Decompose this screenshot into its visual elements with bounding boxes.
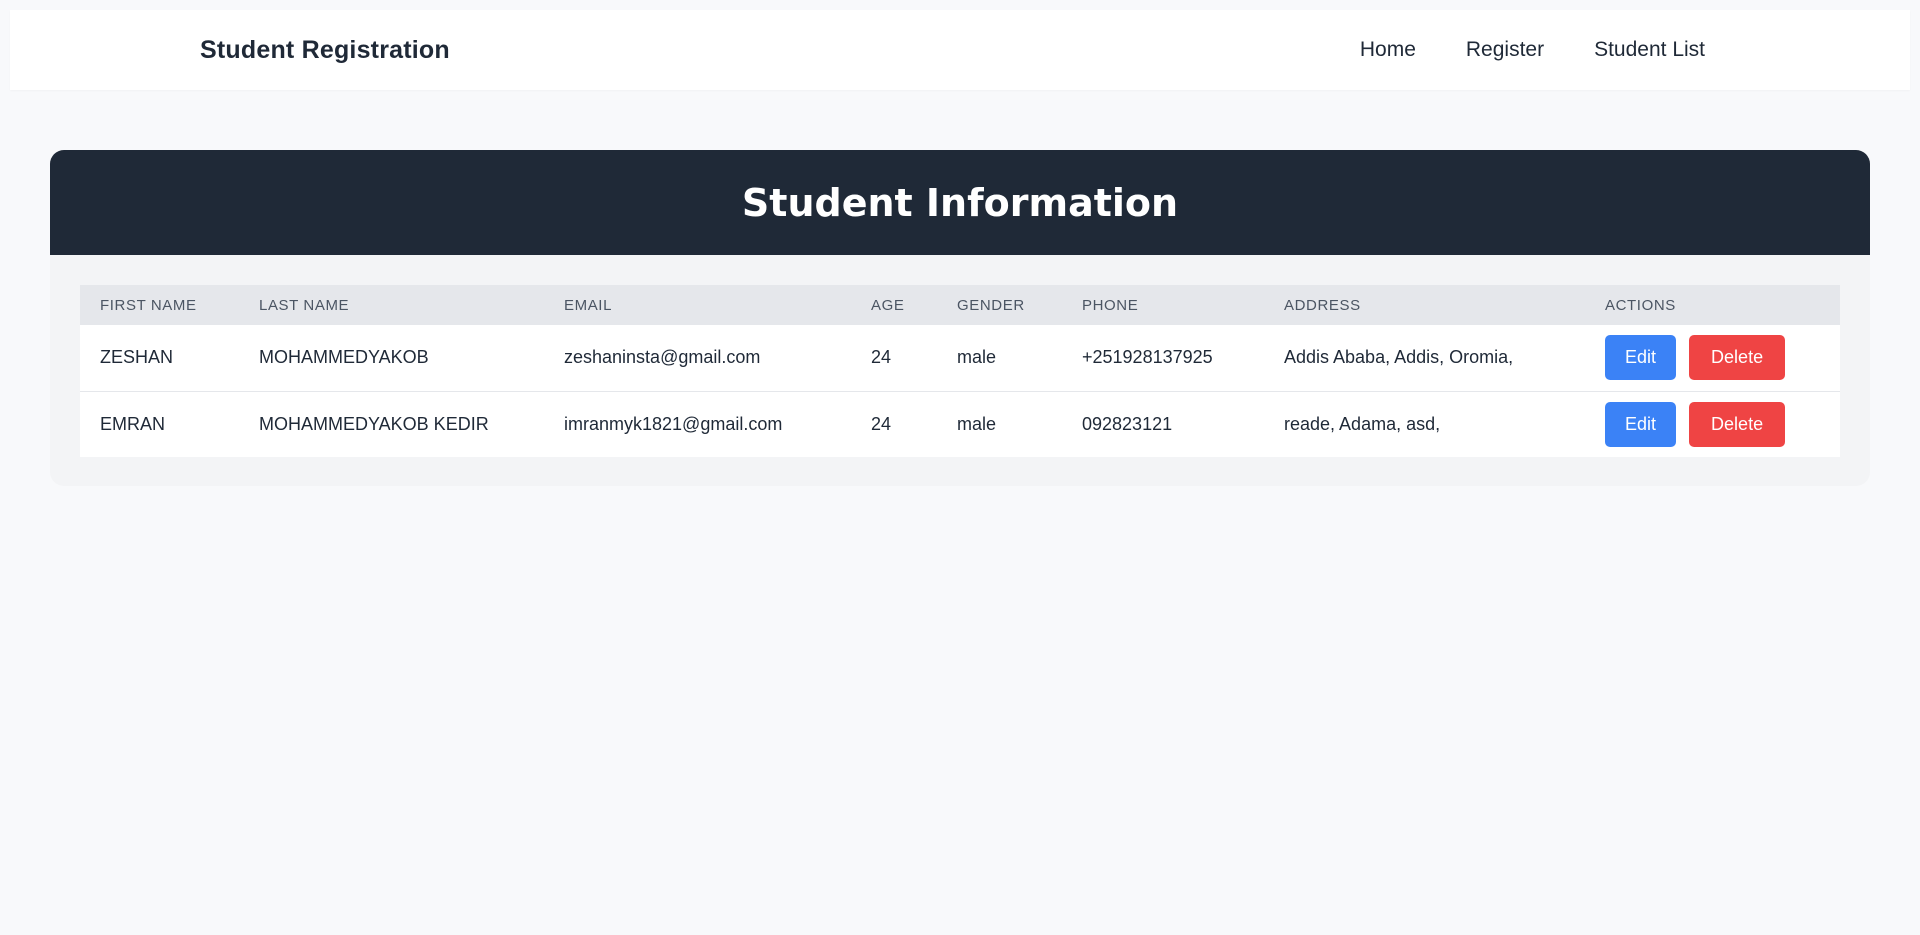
students-table-wrapper: FIRST NAME LAST NAME EMAIL AGE GENDER PH…: [80, 285, 1840, 457]
cell-actions: Edit Delete: [1585, 390, 1840, 457]
column-header-gender: GENDER: [957, 296, 1025, 314]
table-header-row: FIRST NAME LAST NAME EMAIL AGE GENDER PH…: [80, 285, 1840, 325]
delete-button[interactable]: Delete: [1689, 335, 1786, 381]
column-header-last-name: LAST NAME: [259, 296, 350, 314]
card-header: Student Information: [50, 150, 1870, 255]
cell-email: imranmyk1821@gmail.com: [544, 390, 851, 457]
cell-last-name: MOHAMMEDYAKOB KEDIR: [239, 390, 544, 457]
column-header-email: EMAIL: [564, 296, 613, 314]
nav-link-register[interactable]: Register: [1466, 38, 1544, 62]
nav-links: Home Register Student List: [1360, 10, 1705, 90]
cell-first-name: EMRAN: [80, 390, 239, 457]
table-row: EMRAN MOHAMMEDYAKOB KEDIR imranmyk1821@g…: [80, 390, 1840, 457]
page-title: Student Information: [741, 180, 1179, 225]
cell-first-name: ZESHAN: [100, 347, 174, 368]
edit-button[interactable]: Edit: [1605, 335, 1677, 381]
cell-phone: 092823121: [1062, 390, 1264, 457]
cell-age: 24: [851, 390, 937, 457]
top-navbar: Student Registration Home Register Stude…: [10, 10, 1910, 90]
cell-gender: male: [937, 390, 1062, 457]
brand-title[interactable]: Student Registration: [200, 10, 450, 90]
column-header-age: AGE: [871, 296, 905, 314]
cell-actions: Edit Delete: [1585, 325, 1840, 391]
nav-link-home[interactable]: Home: [1360, 38, 1416, 62]
cell-gender: male: [957, 347, 997, 368]
cell-phone: +251928137925: [1082, 347, 1213, 368]
column-header-first-name: FIRST NAME: [100, 296, 197, 314]
cell-email: zeshaninsta@gmail.com: [564, 347, 761, 368]
column-header-actions: ACTIONS: [1605, 296, 1676, 314]
nav-link-student-list[interactable]: Student List: [1594, 38, 1705, 62]
table-row: ZESHAN MOHAMMEDYAKOB zeshaninsta@gmail.c…: [80, 325, 1840, 391]
cell-address: reade, Adama, asd,: [1264, 390, 1585, 457]
delete-button[interactable]: Delete: [1689, 401, 1786, 447]
student-info-card: Student Information FIRST NAME LAST NAME…: [50, 150, 1870, 486]
column-header-address: ADDRESS: [1284, 296, 1361, 314]
cell-age: 24: [871, 347, 892, 368]
cell-address: Addis Ababa, Addis, Oromia,: [1284, 347, 1514, 368]
students-table: FIRST NAME LAST NAME EMAIL AGE GENDER PH…: [80, 285, 1840, 457]
column-header-phone: PHONE: [1082, 296, 1139, 314]
edit-button[interactable]: Edit: [1605, 401, 1677, 447]
cell-last-name: MOHAMMEDYAKOB: [259, 347, 429, 368]
